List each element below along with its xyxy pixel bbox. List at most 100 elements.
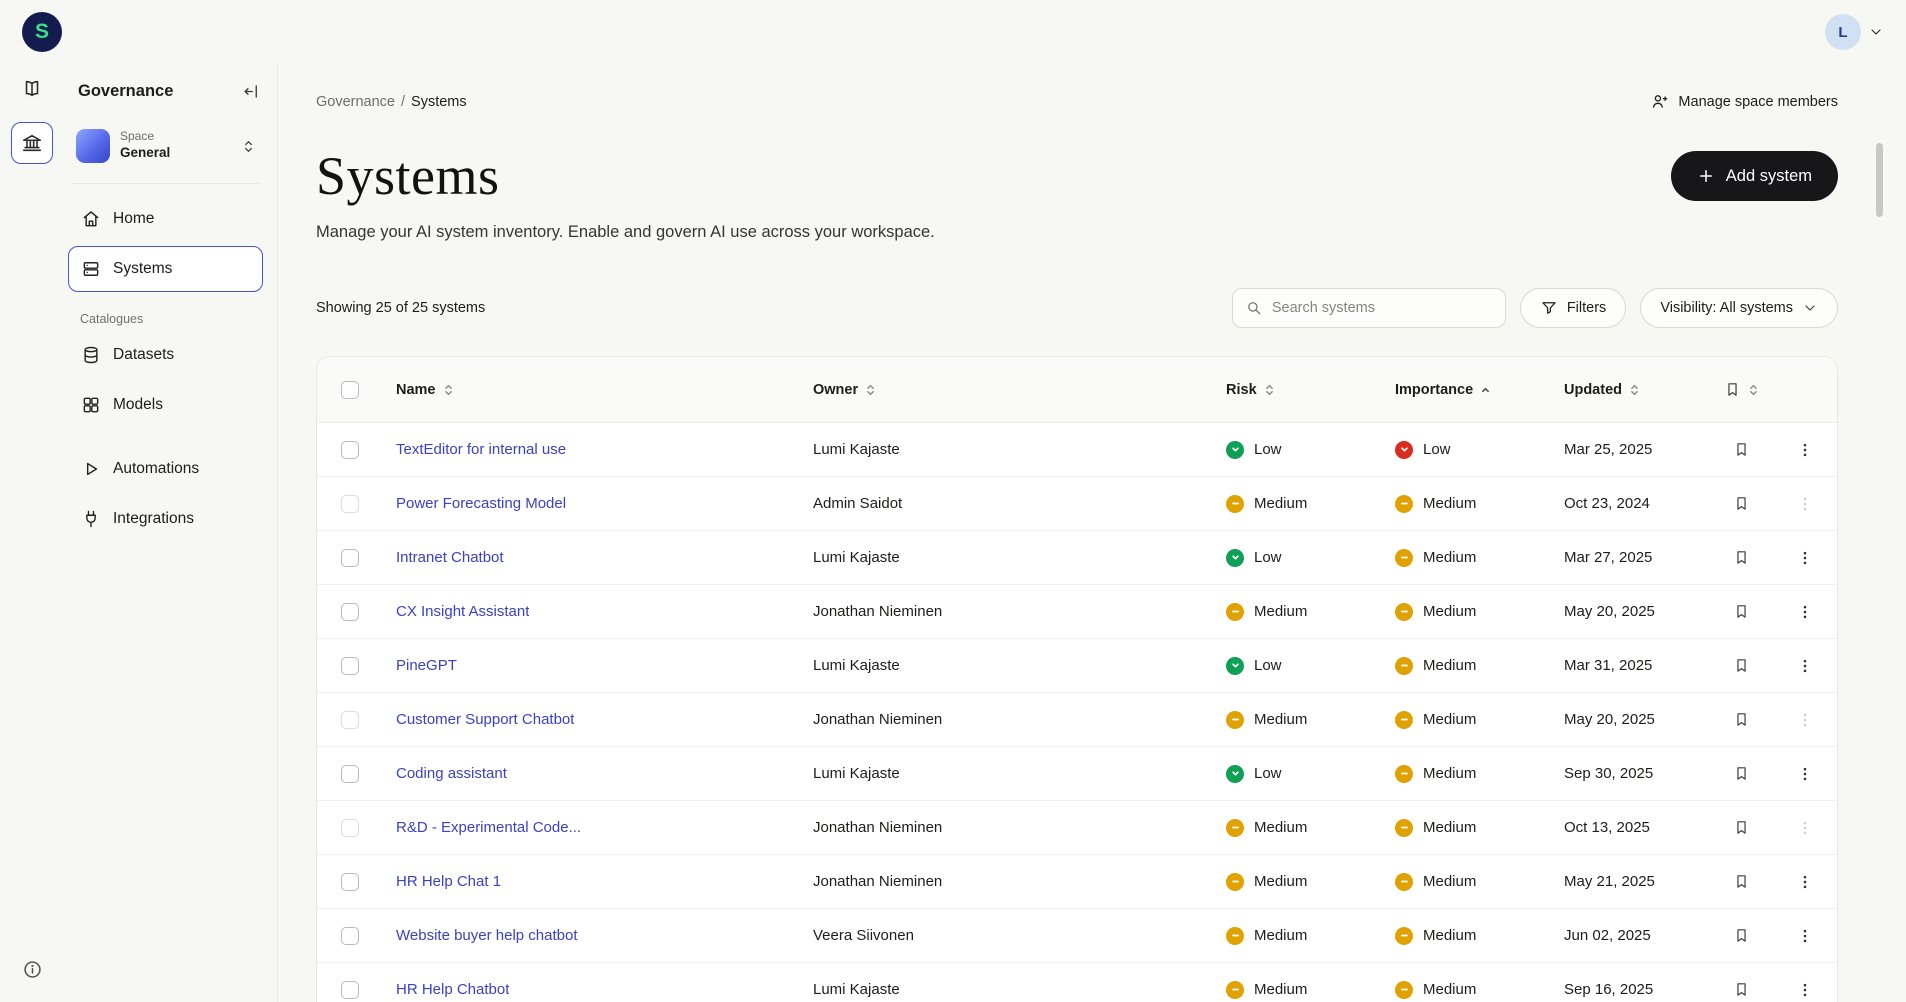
bookmark-button[interactable] — [1733, 927, 1750, 944]
column-header-updated[interactable]: Updated — [1551, 382, 1709, 398]
system-name-link[interactable]: Coding assistant — [396, 765, 507, 782]
importance-label: Medium — [1423, 765, 1477, 782]
column-header-risk[interactable]: Risk — [1213, 382, 1382, 398]
importance-badge: Medium — [1395, 602, 1476, 621]
row-menu-button[interactable] — [1773, 711, 1837, 729]
add-system-button[interactable]: Add system — [1670, 151, 1838, 201]
system-name-link[interactable]: HR Help Chatbot — [396, 981, 509, 998]
rail-library-button[interactable] — [11, 68, 53, 110]
sidebar-divider — [72, 183, 259, 184]
table-row: R&D - Experimental Code... Jonathan Niem… — [317, 801, 1837, 855]
row-menu-button[interactable] — [1773, 603, 1837, 621]
bookmark-button[interactable] — [1733, 549, 1750, 566]
row-menu-button[interactable] — [1773, 765, 1837, 783]
manage-space-members-button[interactable]: Manage space members — [1650, 92, 1838, 111]
bookmark-button[interactable] — [1733, 495, 1750, 512]
row-checkbox[interactable] — [341, 926, 359, 945]
risk-label: Low — [1254, 765, 1282, 782]
collapse-sidebar-button[interactable] — [242, 82, 261, 101]
row-checkbox[interactable] — [341, 440, 359, 459]
row-checkbox[interactable] — [341, 602, 359, 621]
vertical-scrollbar[interactable] — [1876, 143, 1883, 217]
bookmark-button[interactable] — [1733, 981, 1750, 998]
row-menu-button[interactable] — [1773, 819, 1837, 837]
row-menu-button[interactable] — [1773, 873, 1837, 891]
sidebar-header: Governance — [68, 82, 263, 101]
avatar[interactable]: L — [1825, 14, 1861, 50]
search-input[interactable] — [1271, 300, 1493, 316]
filters-button[interactable]: Filters — [1519, 288, 1627, 328]
search-box[interactable] — [1231, 288, 1506, 328]
system-name-link[interactable]: Customer Support Chatbot — [396, 711, 574, 728]
row-checkbox[interactable] — [341, 872, 359, 891]
select-all-checkbox[interactable] — [341, 380, 359, 399]
importance-level-icon — [1395, 494, 1413, 513]
row-checkbox[interactable] — [341, 494, 359, 513]
sidebar-item-datasets[interactable]: Datasets — [68, 332, 263, 378]
system-name-link[interactable]: Power Forecasting Model — [396, 495, 566, 512]
app-body: Governance Space General Home Systems Ca… — [0, 64, 1906, 1002]
results-summary: Showing 25 of 25 systems — [316, 300, 486, 316]
risk-level-icon — [1226, 926, 1244, 945]
app-logo[interactable]: S — [22, 12, 62, 52]
logo-glyph: S — [34, 20, 49, 43]
space-name: General — [120, 145, 171, 161]
bookmark-button[interactable] — [1733, 657, 1750, 674]
system-name-link[interactable]: Website buyer help chatbot — [396, 927, 578, 944]
sidebar-item-systems[interactable]: Systems — [68, 246, 263, 292]
updated-cell: Jun 02, 2025 — [1564, 927, 1651, 944]
system-name-link[interactable]: Intranet Chatbot — [396, 549, 504, 566]
row-checkbox[interactable] — [341, 656, 359, 675]
system-name-link[interactable]: CX Insight Assistant — [396, 603, 529, 620]
row-checkbox[interactable] — [341, 818, 359, 837]
column-header-bookmark[interactable] — [1709, 381, 1773, 398]
bookmark-button[interactable] — [1733, 819, 1750, 836]
plus-icon — [1699, 170, 1712, 182]
updated-cell: Sep 30, 2025 — [1564, 765, 1654, 782]
system-name-link[interactable]: HR Help Chat 1 — [396, 873, 501, 890]
column-header-name[interactable]: Name — [383, 382, 800, 398]
row-menu-button[interactable] — [1773, 441, 1837, 459]
row-menu-button[interactable] — [1773, 927, 1837, 945]
importance-badge: Medium — [1395, 548, 1476, 567]
row-checkbox[interactable] — [341, 548, 359, 567]
rail-governance-button[interactable] — [11, 122, 53, 164]
help-info-button[interactable] — [11, 948, 53, 990]
bookmark-button[interactable] — [1733, 873, 1750, 890]
add-system-label: Add system — [1725, 166, 1812, 185]
row-menu-button[interactable] — [1773, 549, 1837, 567]
bookmark-button[interactable] — [1733, 765, 1750, 782]
nav-gap — [68, 430, 263, 444]
sidebar-item-home[interactable]: Home — [68, 196, 263, 242]
sidebar-item-automations[interactable]: Automations — [68, 446, 263, 492]
bookmark-button[interactable] — [1733, 441, 1750, 458]
system-name-link[interactable]: TextEditor for internal use — [396, 441, 566, 458]
space-label: Space — [120, 129, 155, 144]
row-checkbox[interactable] — [341, 764, 359, 783]
bookmark-button[interactable] — [1733, 603, 1750, 620]
row-menu-button[interactable] — [1773, 495, 1837, 513]
row-checkbox[interactable] — [341, 710, 359, 729]
sort-both-icon — [1631, 384, 1638, 395]
main-content: Governance / Systems Manage space member… — [278, 64, 1906, 1002]
breadcrumb-parent[interactable]: Governance — [316, 94, 395, 110]
table-row: Power Forecasting Model Admin Saidot Med… — [317, 477, 1837, 531]
column-header-importance[interactable]: Importance — [1382, 382, 1551, 398]
row-menu-button[interactable] — [1773, 981, 1837, 999]
collapse-left-icon — [244, 85, 257, 98]
sidebar-item-integrations[interactable]: Integrations — [68, 496, 263, 542]
space-selector[interactable]: Space General — [68, 123, 263, 169]
account-menu-button[interactable]: L — [1825, 14, 1884, 50]
column-header-owner[interactable]: Owner — [800, 382, 1213, 398]
row-checkbox[interactable] — [341, 980, 359, 999]
importance-badge: Medium — [1395, 656, 1476, 675]
system-name-link[interactable]: PineGPT — [396, 657, 457, 674]
sidebar-item-models[interactable]: Models — [68, 382, 263, 428]
risk-badge: Medium — [1226, 602, 1307, 621]
row-menu-button[interactable] — [1773, 657, 1837, 675]
system-name-link[interactable]: R&D - Experimental Code... — [396, 819, 581, 836]
visibility-dropdown[interactable]: Visibility: All systems — [1640, 288, 1838, 328]
bookmark-button[interactable] — [1733, 711, 1750, 728]
risk-badge: Medium — [1226, 818, 1307, 837]
space-expand-icon — [245, 140, 252, 152]
